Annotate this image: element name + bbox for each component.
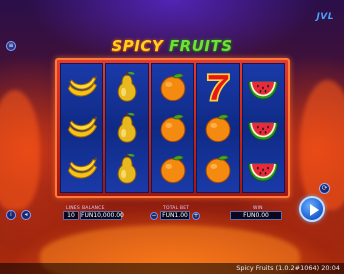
autoplay-icon[interactable]: ⟳ (319, 183, 330, 194)
bet-decrease-button[interactable]: − (150, 212, 158, 220)
reels-grid (60, 63, 286, 193)
orange-icon (155, 69, 191, 105)
banana-icon (64, 110, 100, 146)
watermelon-icon (245, 151, 281, 187)
orange-icon (155, 151, 191, 187)
banana-icon (64, 69, 100, 105)
pear-icon (109, 151, 145, 187)
bet-increase-button[interactable]: + (192, 212, 200, 220)
lines-value: 10 (63, 211, 79, 220)
info-icon[interactable]: i (6, 210, 16, 220)
hamburger-icon[interactable]: ≡ (6, 41, 16, 51)
spin-button[interactable] (299, 196, 325, 222)
balance-value: FUN10,000.00 (80, 211, 124, 220)
logo-word-spicy: SPICY (111, 37, 164, 55)
orange-icon (200, 151, 236, 187)
banana-icon (64, 151, 100, 187)
reel-4 (196, 63, 240, 193)
reels-frame (55, 58, 290, 198)
reel-5 (241, 63, 286, 193)
win-value: FUN0.00 (230, 211, 282, 220)
reel-1 (60, 63, 104, 193)
watermelon-icon (245, 110, 281, 146)
speaker-icon[interactable]: ◂ (21, 210, 31, 220)
flame-left (0, 90, 40, 210)
seven-icon (200, 69, 236, 105)
watermelon-icon (245, 69, 281, 105)
pear-icon (109, 69, 145, 105)
orange-icon (200, 110, 236, 146)
brand-logo: JVL (316, 12, 334, 22)
game-stage: JVL ≡ SPICY FRUITS ⟳ i ◂ LINES 10 BALANC… (0, 0, 344, 274)
reel-3 (150, 63, 195, 193)
orange-icon (155, 110, 191, 146)
total-bet-value: FUN1.00 (160, 211, 190, 220)
control-bar: i ◂ LINES 10 BALANCE FUN10,000.00 − TOTA… (0, 200, 344, 230)
play-icon (310, 204, 319, 216)
game-logo: SPICY FRUITS (110, 36, 234, 56)
logo-word-fruits: FRUITS (168, 37, 233, 55)
status-bar: Spicy Fruits (1.0.2#1064) 20:04 (0, 263, 344, 274)
pear-icon (109, 110, 145, 146)
reel-2 (105, 63, 149, 193)
